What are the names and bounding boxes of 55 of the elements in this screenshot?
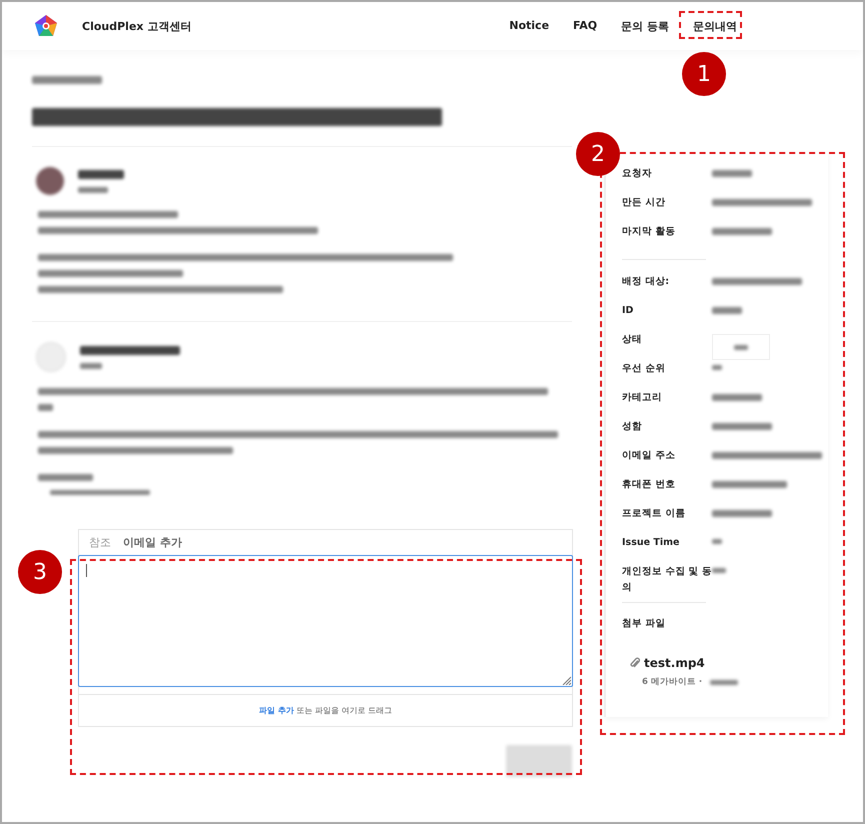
- status-badge: [712, 334, 770, 360]
- blurred-text: [38, 474, 93, 481]
- field-label: 마지막 활동: [622, 225, 676, 239]
- nav-link[interactable]: 문의 등록: [621, 18, 669, 34]
- blurred-text: [712, 365, 722, 370]
- blurred-text: [712, 170, 752, 177]
- text-cursor: [86, 564, 87, 577]
- field-label: 프로젝트 이름: [622, 507, 686, 521]
- blurred-text: [712, 539, 722, 544]
- logo-icon: [34, 14, 58, 38]
- blurred-text: [710, 680, 738, 684]
- field-label: 성함: [622, 420, 643, 434]
- reply-text-field[interactable]: [78, 555, 573, 687]
- field-label: 개인정보 수집 및 동의: [622, 565, 712, 595]
- nav-link[interactable]: 문의내역: [693, 18, 737, 34]
- add-file-link[interactable]: 파일 추가: [259, 706, 294, 715]
- nav-link[interactable]: Notice: [509, 18, 550, 34]
- field-label: 우선 순위: [622, 362, 666, 376]
- callout-number: 3: [18, 550, 62, 594]
- attachments-heading: 첨부 파일: [622, 617, 666, 630]
- field-label: 카테고리: [622, 391, 663, 405]
- field-label: 이메일 주소: [622, 449, 676, 463]
- blurred-text: [78, 186, 108, 192]
- resize-grip-icon: [562, 676, 571, 685]
- blurred-text: [712, 510, 772, 517]
- nav-link[interactable]: FAQ: [573, 18, 598, 34]
- blurred-text: [80, 362, 102, 368]
- field-label: 배정 대상:: [622, 275, 670, 289]
- callout-number: 1: [682, 52, 726, 96]
- file-drop-text: 파일 추가 또는 파일을 여기로 드래그: [259, 705, 392, 716]
- file-size: 6 메가바이트 ·: [642, 676, 702, 688]
- blurred-text: [712, 394, 762, 401]
- blurred-text: [712, 307, 742, 314]
- blurred-text: [712, 423, 772, 430]
- blurred-text: [712, 568, 726, 573]
- field-label: 만든 시간: [622, 196, 666, 210]
- blurred-text: [78, 170, 124, 178]
- brand-name[interactable]: CloudPlex 고객센터: [82, 18, 192, 34]
- blurred-button[interactable]: [506, 745, 572, 777]
- field-label: ID: [622, 304, 634, 318]
- file-link[interactable]: test.mp4: [644, 656, 705, 670]
- paperclip-icon: [630, 657, 640, 669]
- field-label: 요청자: [622, 167, 653, 181]
- callout-number: 2: [576, 132, 620, 176]
- cc-label: 참조: [89, 535, 111, 550]
- field-label: Issue Time: [622, 536, 680, 550]
- blurred-text: [38, 404, 53, 411]
- blurred-text: [712, 228, 772, 235]
- file-drop-zone[interactable]: 파일 추가 또는 파일을 여기로 드래그: [79, 694, 572, 726]
- field-label: 휴대폰 번호: [622, 478, 676, 492]
- avatar: [36, 167, 64, 195]
- add-email-link[interactable]: 이메일 추가: [123, 535, 182, 550]
- callout-box: [679, 11, 742, 39]
- blurred-text: [32, 76, 102, 84]
- field-label: 상태: [622, 333, 643, 347]
